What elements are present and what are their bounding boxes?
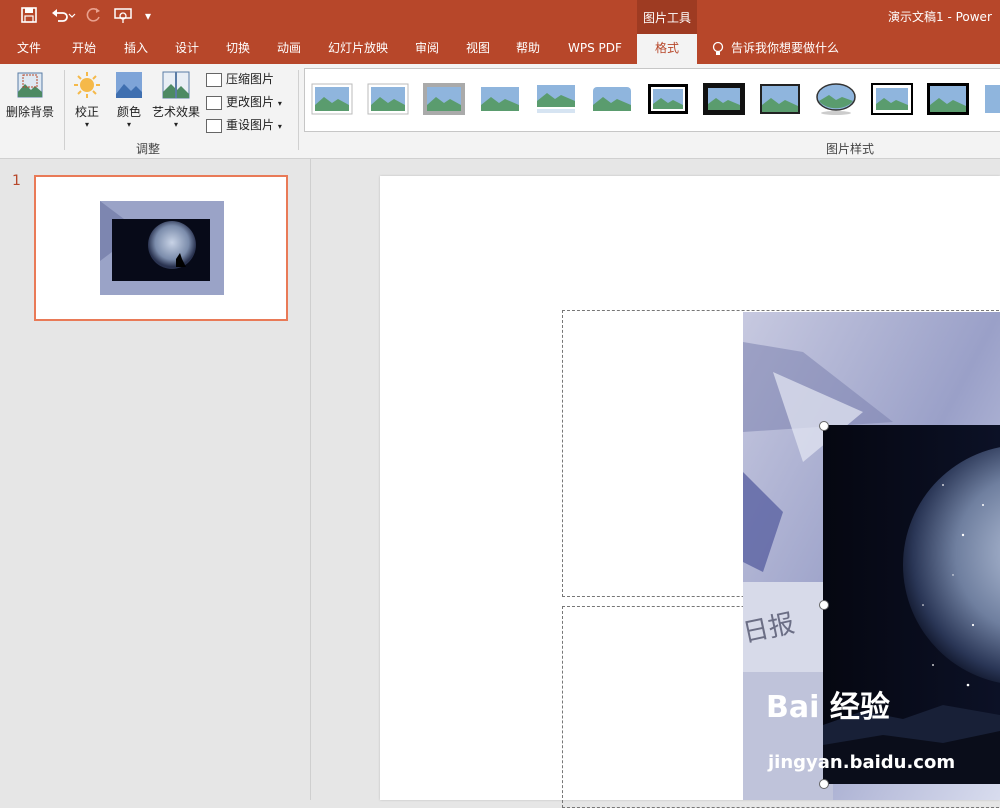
tab-design[interactable]: 设计 <box>175 34 199 64</box>
picture-style-7[interactable] <box>647 83 689 115</box>
thumbnail-picture <box>100 201 224 295</box>
reset-picture-icon <box>206 118 222 133</box>
window-title: 演示文稿1 - Power <box>888 10 992 24</box>
tab-animations[interactable]: 动画 <box>277 34 301 64</box>
tab-slideshow[interactable]: 幻灯片放映 <box>328 34 388 64</box>
separator <box>64 70 65 150</box>
picture-tools-context: 图片工具 <box>637 0 697 34</box>
lightbulb-icon <box>712 41 724 55</box>
picture-style-6[interactable] <box>591 83 633 115</box>
tab-help[interactable]: 帮助 <box>516 34 540 64</box>
title-bar: ▾ 图片工具 演示文稿1 - Power <box>0 0 1000 34</box>
slide-number: 1 <box>12 173 21 189</box>
chevron-down-icon: ▾ <box>84 120 89 129</box>
tab-insert[interactable]: 插入 <box>124 34 148 64</box>
picture-style-5[interactable] <box>535 83 577 115</box>
picture-styles-gallery <box>304 68 1000 132</box>
compress-label: 压缩图片 <box>226 72 275 86</box>
tab-wps-pdf[interactable]: WPS PDF <box>568 34 622 64</box>
color-icon <box>116 72 142 98</box>
picture-style-9[interactable] <box>759 83 801 115</box>
change-picture-icon <box>206 95 222 110</box>
picture-style-12[interactable] <box>927 83 969 115</box>
compress-icon <box>206 72 222 87</box>
color-label: 颜色 <box>116 105 141 119</box>
moon-picture[interactable] <box>823 425 1000 784</box>
remove-background-icon <box>17 72 43 98</box>
change-picture-label: 更改图片 <box>226 95 275 109</box>
picture-style-11[interactable] <box>871 83 913 115</box>
resize-handle-middle-left[interactable] <box>819 600 829 610</box>
tell-me-label: 告诉我你想要做什么 <box>731 41 840 55</box>
picture-style-1[interactable] <box>311 83 353 115</box>
tell-me-search[interactable]: 告诉我你想要做什么 <box>711 34 839 64</box>
compress-pictures-button[interactable]: 压缩图片 <box>206 70 274 87</box>
baidu-watermark-logo: Bai 经验 <box>766 690 890 725</box>
save-icon[interactable] <box>20 6 38 28</box>
group-label-picture-styles: 图片样式 <box>826 142 875 156</box>
chevron-down-icon: ▾ <box>126 120 131 129</box>
slide-thumbnail[interactable] <box>34 175 288 321</box>
picture-style-3[interactable] <box>423 83 465 115</box>
remove-background-button[interactable]: 删除背景 <box>5 70 55 120</box>
present-icon[interactable] <box>113 6 133 28</box>
chevron-down-icon: ▾ <box>277 122 282 131</box>
ribbon-format: 删除背景 校正 ▾ 颜色 ▾ 艺术效果 ▾ 压缩图片 更改图片 ▾ 重设图片 ▾… <box>0 64 1000 159</box>
slide-canvas: 日报 Bai 经验 jingyan.baidu.com <box>311 159 1000 808</box>
corrections-button[interactable]: 校正 ▾ <box>70 70 104 129</box>
reset-picture-label: 重设图片 <box>226 118 275 132</box>
resize-handle-bottom-left[interactable] <box>819 779 829 789</box>
group-label-adjust: 调整 <box>136 142 161 156</box>
picture-style-8[interactable] <box>703 83 745 115</box>
slide[interactable]: 日报 Bai 经验 jingyan.baidu.com <box>380 176 1000 808</box>
chevron-down-icon: ▾ <box>277 99 282 108</box>
tab-file[interactable]: 文件 <box>17 34 41 64</box>
tab-review[interactable]: 审阅 <box>415 34 439 64</box>
artistic-effects-icon <box>162 71 190 99</box>
artistic-effects-button[interactable]: 艺术效果 ▾ <box>150 70 202 129</box>
picture-style-10[interactable] <box>815 83 857 115</box>
chevron-down-icon: ▾ <box>173 120 178 129</box>
redo-icon[interactable] <box>86 6 102 28</box>
tab-transitions[interactable]: 切换 <box>226 34 250 64</box>
tab-home[interactable]: 开始 <box>72 34 96 64</box>
remove-background-label: 删除背景 <box>5 105 54 119</box>
corrections-label: 校正 <box>74 105 99 119</box>
undo-icon[interactable] <box>50 6 76 28</box>
baidu-watermark-url: jingyan.baidu.com <box>768 752 956 773</box>
tab-format[interactable]: 格式 <box>637 34 697 64</box>
customize-icon[interactable]: ▾ <box>145 9 151 23</box>
picture-style-4[interactable] <box>479 83 521 115</box>
tab-view[interactable]: 视图 <box>466 34 490 64</box>
artistic-effects-label: 艺术效果 <box>151 105 200 119</box>
picture-style-13[interactable] <box>983 83 1000 115</box>
reset-picture-button[interactable]: 重设图片 ▾ <box>206 116 282 133</box>
ribbon-tabs: 文件 开始 插入 设计 切换 动画 幻灯片放映 审阅 视图 帮助 WPS PDF… <box>0 34 1000 64</box>
change-picture-button[interactable]: 更改图片 ▾ <box>206 93 282 110</box>
sun-icon <box>74 72 100 98</box>
picture-style-2[interactable] <box>367 83 409 115</box>
color-button[interactable]: 颜色 ▾ <box>112 70 146 129</box>
resize-handle-top-left[interactable] <box>819 421 829 431</box>
slide-thumbnail-pane: 1 <box>0 159 311 800</box>
separator <box>298 70 299 150</box>
